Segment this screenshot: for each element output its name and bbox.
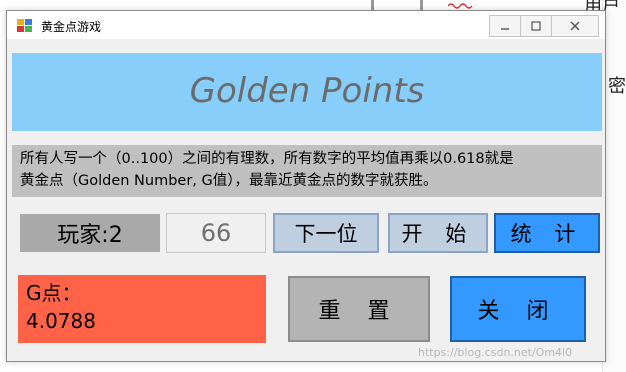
reset-button[interactable]: 重 置	[288, 276, 430, 342]
close-icon	[570, 21, 580, 31]
background-text-mid: 密	[608, 76, 626, 97]
maximize-button[interactable]	[520, 15, 552, 37]
minimize-icon	[501, 28, 509, 30]
spellcheck-squiggle	[448, 3, 473, 9]
player-label: 玩家:2	[20, 214, 160, 252]
game-title: Golden Points	[189, 71, 425, 111]
background-divider	[420, 0, 423, 10]
golden-point-display: G点： 4.0788	[18, 275, 266, 343]
maximize-icon	[531, 21, 541, 31]
watermark: https://blog.csdn.net/Om4l0	[418, 346, 573, 359]
close-button[interactable]: 关 闭	[450, 276, 586, 342]
golden-point-label: G点：	[26, 281, 82, 305]
close-window-button[interactable]	[551, 15, 599, 37]
rules-description: 所有人写一个（0..100）之间的有理数，所有数字的平均值再乘以0.618就是 …	[12, 145, 602, 197]
title-bar: 黄金点游戏	[7, 11, 605, 39]
game-window: 黄金点游戏 Golden Points 所有人写一个（0..100）之间的有理数…	[6, 10, 606, 362]
app-icon	[17, 19, 32, 32]
background-divider	[371, 0, 374, 10]
window-title: 黄金点游戏	[41, 20, 102, 34]
start-button[interactable]: 开 始	[388, 213, 488, 253]
minimize-button[interactable]	[489, 15, 521, 37]
number-input[interactable]	[166, 213, 266, 253]
golden-point-value: 4.0788	[26, 309, 96, 333]
statistics-button[interactable]: 统 计	[494, 213, 600, 253]
next-player-button[interactable]: 下一位	[273, 213, 379, 253]
title-banner: Golden Points	[12, 53, 602, 131]
